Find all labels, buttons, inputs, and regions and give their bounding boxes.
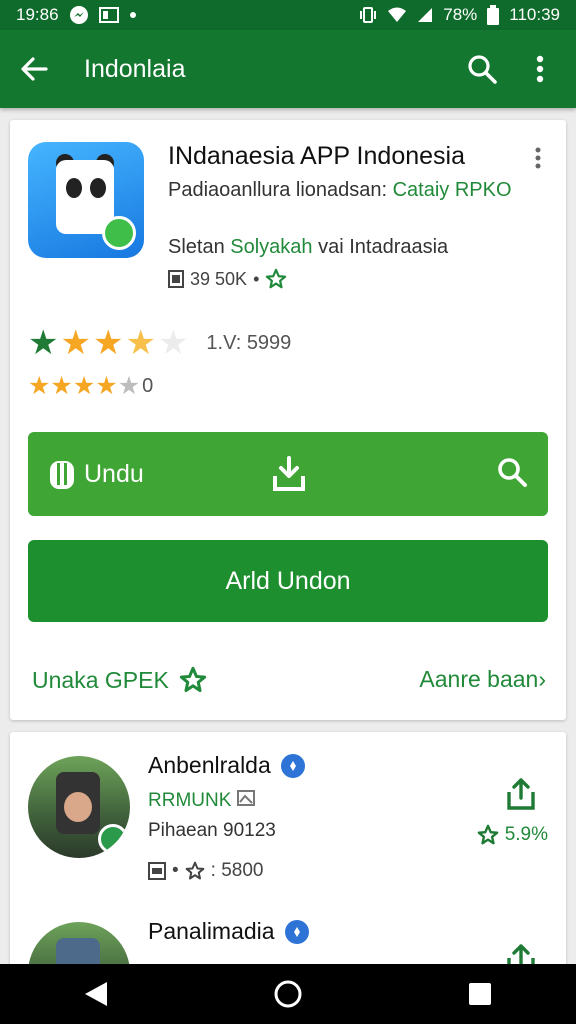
developer-name-text: Anbenlralda	[148, 752, 271, 778]
nav-home-button[interactable]	[258, 964, 318, 1024]
status-time-right: 110:39	[509, 5, 560, 24]
app-developer-prefix: Sletan	[168, 236, 231, 258]
rating-stars-large: ★ ★ ★ ★ ★ 1.V: 5999	[28, 326, 291, 360]
star-filled-icon: ★	[50, 372, 73, 400]
nav-recents-button[interactable]	[450, 964, 510, 1024]
search-icon	[498, 458, 527, 487]
star-empty-icon: ★	[117, 372, 141, 400]
person-face-icon	[64, 792, 92, 822]
list-item[interactable]: Anbenlralda RRMUNK Pihaean 90123 • : 580…	[10, 748, 566, 898]
add-button[interactable]: Arld Undon	[28, 540, 548, 622]
download-button[interactable]: Undu	[28, 432, 548, 516]
messenger-icon	[69, 5, 89, 25]
star-outline-icon	[477, 824, 499, 845]
download-icon	[273, 456, 305, 491]
panda-eye-icon	[66, 178, 82, 198]
developer-tagline-text: RRMUNK	[148, 790, 237, 811]
overflow-menu-button[interactable]	[520, 49, 560, 89]
rating-count: 0	[142, 375, 154, 397]
notification-icon	[98, 7, 119, 23]
verified-icon	[280, 753, 305, 778]
verified-badge-icon	[98, 824, 128, 854]
search-button[interactable]	[462, 49, 502, 89]
circle-home-icon	[274, 980, 302, 1008]
battery-percent: 78%	[443, 5, 478, 24]
app-developer-link[interactable]: Solyakah	[230, 236, 312, 258]
android-icon	[50, 461, 74, 489]
app-icon[interactable]	[28, 142, 144, 258]
app-detail-card: INdanaesia APP Indonesia Padiaoanllura l…	[10, 120, 566, 720]
search-icon	[468, 55, 497, 84]
app-meta: 39 50K •	[168, 268, 287, 290]
download-button-label: Undu	[84, 459, 144, 488]
star-empty-icon: ★	[157, 324, 189, 362]
status-right: 78% 110:39	[359, 5, 560, 25]
dot-separator-icon: •	[172, 860, 179, 881]
app-category-link[interactable]: Cataiy RPKO	[393, 179, 512, 201]
developer-name: Anbenlralda	[148, 752, 305, 779]
dot-separator-icon: •	[253, 268, 260, 289]
status-time-left: 19:86	[16, 5, 59, 24]
developer-list-card: Anbenlralda RRMUNK Pihaean 90123 • : 580…	[10, 732, 566, 1024]
battery-icon	[487, 5, 500, 25]
star-filled-icon: ★	[92, 324, 124, 362]
link-left-label: Unaka GPEK	[32, 666, 169, 693]
star-outline-icon	[185, 861, 204, 880]
signal-icon	[417, 7, 433, 23]
star-outline-icon	[179, 666, 206, 693]
more-vert-icon	[536, 55, 544, 83]
verified-icon	[284, 919, 309, 944]
wifi-icon	[387, 7, 407, 23]
star-filled-icon: ★	[60, 324, 91, 362]
app-size: 39 50K	[190, 268, 248, 289]
star-filled-icon: ★	[28, 372, 51, 400]
panda-eye-icon	[90, 178, 106, 198]
star-half-icon: ★	[125, 324, 156, 362]
share-icon[interactable]	[506, 778, 536, 810]
star-outline-icon	[266, 268, 287, 289]
dot-icon	[129, 11, 137, 19]
storage-icon	[148, 862, 166, 880]
app-subtitle: Padiaoanllura lionadsan: Cataiy RPKO	[168, 176, 548, 204]
link-right[interactable]: Aanre baan›	[419, 666, 546, 693]
square-recents-icon	[469, 983, 491, 1005]
app-badge-icon	[102, 216, 136, 250]
developer-info: Pihaean 90123	[148, 820, 276, 841]
star-filled-icon: ★	[95, 372, 118, 400]
triangle-back-icon	[85, 982, 107, 1006]
rating-value: 1.V: 5999	[206, 331, 292, 354]
avatar[interactable]	[28, 756, 130, 858]
more-vert-icon	[535, 147, 541, 169]
developer-rating: 5.9%	[477, 824, 548, 846]
link-left[interactable]: Unaka GPEK	[32, 666, 207, 694]
developer-tagline: RRMUNK	[148, 790, 255, 812]
vibrate-icon	[359, 6, 377, 24]
developer-meta: • : 5800	[148, 860, 263, 882]
system-nav-bar	[0, 964, 576, 1024]
status-bar: 19:86 78% 110:39	[0, 0, 576, 30]
image-icon	[236, 790, 255, 806]
star-filled-icon: ★	[28, 324, 59, 362]
app-bar-title: Indonlaia	[84, 54, 186, 83]
app-subtitle-text: Padiaoanllura lionadsan:	[168, 179, 393, 201]
rating-stars-small: ★ ★ ★ ★ ★ 0	[28, 374, 153, 399]
app-bar: Indonlaia	[0, 30, 576, 108]
developer-name: Panalimadia	[148, 918, 309, 945]
back-button[interactable]	[16, 51, 52, 87]
star-filled-icon: ★	[72, 372, 96, 400]
developer-name-text: Panalimadia	[148, 918, 275, 944]
app-developer: Sletan Solyakah vai Intadraasia	[168, 236, 448, 259]
nav-back-button[interactable]	[66, 964, 126, 1024]
app-title: INdanaesia APP Indonesia	[168, 142, 465, 170]
status-left: 19:86	[16, 5, 137, 25]
storage-icon	[168, 270, 184, 288]
app-developer-suffix: vai Intadraasia	[312, 236, 449, 258]
app-more-button[interactable]	[528, 144, 548, 172]
developer-rating-value: 5.9%	[504, 824, 548, 845]
developer-meta-value: : 5800	[210, 860, 264, 881]
arrow-left-icon	[21, 57, 48, 81]
